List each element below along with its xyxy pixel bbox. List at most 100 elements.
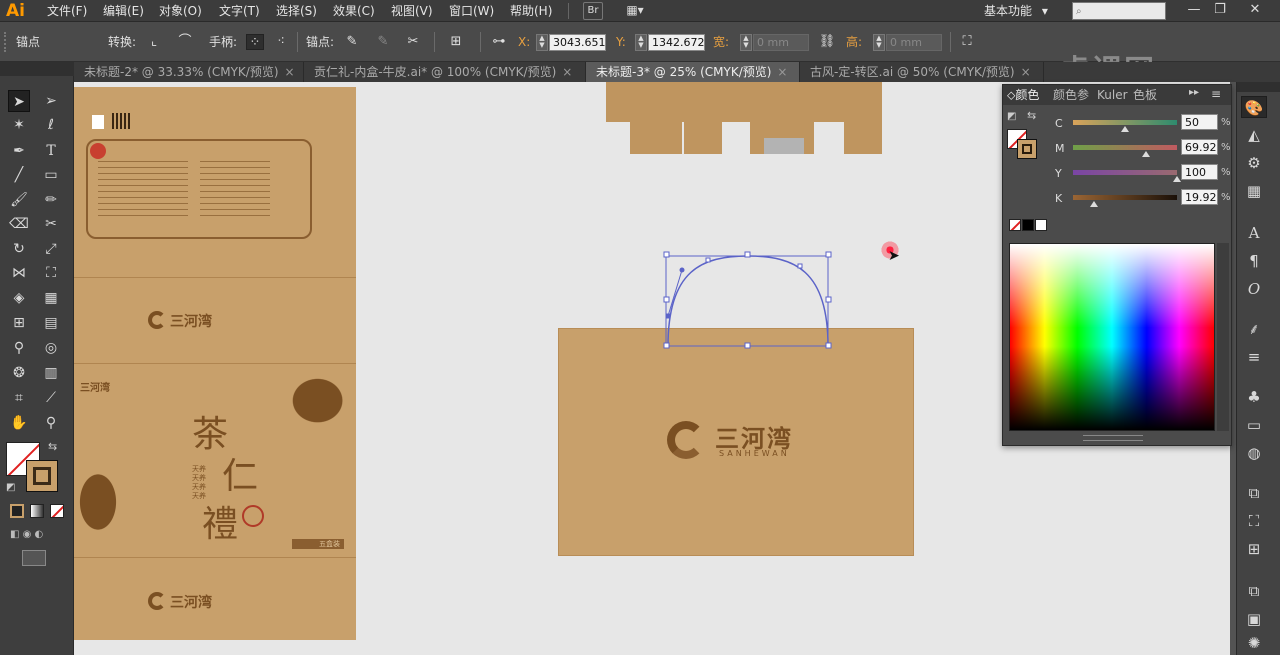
direct-selection-tool-icon[interactable]: ➢ [40, 90, 62, 112]
tab-kuler[interactable]: Kuler [1097, 85, 1128, 105]
menu-window[interactable]: 窗口(W) [449, 0, 494, 22]
color-panel-icon[interactable]: 🎨 [1241, 96, 1267, 118]
color-spectrum-picker[interactable] [1009, 243, 1215, 431]
hide-handles-icon[interactable]: ⁖ [272, 34, 290, 50]
cyan-value-field[interactable]: 50 [1181, 114, 1218, 130]
bbox-handle[interactable] [744, 342, 751, 349]
layers-icon[interactable]: ⧉ [1241, 482, 1267, 504]
workspace-switcher[interactable]: 基本功能 ▾ [984, 0, 1048, 22]
y-stepper[interactable]: ▲ ▼ [635, 34, 647, 51]
box-front-panel[interactable]: 三河湾 SANHEWAN [558, 328, 914, 556]
perspective-grid-tool-icon[interactable]: ▦ [40, 287, 62, 309]
swap-fill-stroke-icon[interactable]: ⇆ [48, 440, 57, 453]
anchor-point[interactable] [705, 257, 711, 263]
scissors-tool-icon[interactable]: ✂ [40, 213, 62, 235]
blend-tool-icon[interactable]: ◎ [40, 337, 62, 359]
yellow-value-field[interactable]: 100 [1181, 164, 1218, 180]
swatches-icon[interactable]: ▦ [1241, 180, 1267, 202]
brushes-icon[interactable]: ⸙ [1241, 318, 1267, 340]
default-fill-stroke-icon[interactable]: ◩ [1007, 111, 1016, 122]
stroke-panel-icon[interactable]: ≡ [1241, 346, 1267, 368]
close-icon[interactable]: × [285, 65, 295, 79]
anchor-point[interactable] [797, 263, 803, 269]
show-handles-icon[interactable]: ⁘ [246, 34, 264, 50]
y-field[interactable]: 1342.672 [648, 34, 705, 51]
height-field[interactable]: 0 mm [886, 34, 942, 51]
cyan-track[interactable] [1073, 120, 1177, 125]
x-stepper[interactable]: ▲ ▼ [536, 34, 548, 51]
kuler-icon[interactable]: ⚙ [1241, 152, 1267, 174]
tab-gufeng[interactable]: 古风-定-转区.ai @ 50% (CMYK/预览) × [800, 62, 1044, 82]
width-field[interactable]: 0 mm [753, 34, 809, 51]
bbox-handle[interactable] [744, 251, 751, 258]
links-icon[interactable]: ⧉ [1241, 580, 1267, 602]
close-button[interactable]: ✕ [1240, 0, 1270, 20]
menu-effect[interactable]: 效果(C) [333, 0, 375, 22]
bbox-handle[interactable] [825, 342, 832, 349]
convert-to-corner-icon[interactable]: ⌞ [145, 34, 163, 50]
zoom-tool-icon[interactable]: ⚲ [40, 412, 62, 434]
menu-object[interactable]: 对象(O) [159, 0, 202, 22]
panel-menu-icon[interactable]: ≡ [1211, 87, 1221, 101]
opentype-panel-icon[interactable]: O [1241, 278, 1267, 300]
pen-tool-icon[interactable]: ✒ [8, 140, 30, 162]
width-tool-icon[interactable]: ⋈ [8, 262, 30, 284]
remove-anchor-icon[interactable]: ✎ [343, 34, 361, 50]
cyan-slider-thumb[interactable] [1121, 126, 1129, 132]
appearance-icon[interactable]: ✺ [1241, 632, 1267, 654]
spectrum-scrollbar[interactable] [1217, 243, 1229, 431]
symbols-icon[interactable]: ♣ [1241, 386, 1267, 408]
tab-untitled-3[interactable]: 未标题-3* @ 25% (CMYK/预览) × [586, 62, 800, 82]
mesh-tool-icon[interactable]: ⊞ [8, 312, 30, 334]
bbox-handle[interactable] [663, 251, 670, 258]
tab-swatches[interactable]: 色板 [1133, 85, 1157, 105]
none-swatch[interactable] [1009, 219, 1021, 231]
x-field[interactable]: 3043.651 [549, 34, 606, 51]
magic-wand-tool-icon[interactable]: ✶ [8, 114, 30, 136]
stroke-color-swatch[interactable] [1017, 139, 1037, 159]
link-proportions-icon[interactable]: ⛓ [818, 34, 836, 50]
gradient-tool-icon[interactable]: ▤ [40, 312, 62, 334]
convert-to-smooth-icon[interactable]: ⌒ [176, 34, 194, 50]
paintbrush-tool-icon[interactable]: 🖌 [8, 189, 30, 211]
none-mode-icon[interactable] [50, 504, 64, 518]
selection-tool-icon[interactable]: ➤ [8, 90, 30, 112]
slice-tool-icon[interactable]: ⟋ [40, 387, 62, 409]
rotate-tool-icon[interactable]: ↻ [8, 238, 30, 260]
black-slider-thumb[interactable] [1089, 201, 1098, 207]
character-panel-icon[interactable]: A [1241, 222, 1267, 244]
pencil-tool-icon[interactable]: ✏ [40, 189, 62, 211]
scale-tool-icon[interactable]: ⤢ [40, 238, 62, 260]
eyedropper-tool-icon[interactable]: ⚲ [8, 337, 30, 359]
menu-file[interactable]: 文件(F) [47, 0, 87, 22]
anchor-point-selected[interactable] [665, 313, 671, 319]
isolate-selection-icon[interactable]: ⛶ [958, 34, 976, 50]
magenta-track[interactable] [1073, 145, 1177, 150]
eraser-tool-icon[interactable]: ⌫ [8, 213, 30, 235]
menu-edit[interactable]: 编辑(E) [103, 0, 144, 22]
close-icon[interactable]: × [777, 65, 787, 79]
free-transform-tool-icon[interactable]: ⛶ [40, 262, 62, 284]
tab-color[interactable]: ⬦颜色 [1007, 85, 1039, 105]
menu-select[interactable]: 选择(S) [276, 0, 317, 22]
black-track[interactable] [1073, 195, 1177, 200]
stroke-swatch[interactable] [26, 460, 58, 492]
align-panel-icon[interactable]: ⊞ [1241, 538, 1267, 560]
help-search-input[interactable]: ⌕ [1072, 2, 1166, 20]
transform-panel-icon[interactable]: ⛶ [1241, 510, 1267, 532]
gradient-panel-icon[interactable]: ▭ [1241, 414, 1267, 436]
default-colors-icon[interactable]: ◩ [6, 482, 15, 493]
white-swatch[interactable] [1035, 219, 1047, 231]
align-icon[interactable]: ⊶ [490, 34, 508, 50]
shape-builder-tool-icon[interactable]: ◈ [8, 287, 30, 309]
transparency-icon[interactable]: ◍ [1241, 442, 1267, 464]
handle-point[interactable] [679, 267, 685, 273]
rectangle-tool-icon[interactable]: ▭ [40, 164, 62, 186]
screen-mode-icon[interactable] [22, 550, 46, 566]
bbox-handle[interactable] [663, 296, 670, 303]
reference-point-icon[interactable]: ⊞ [447, 34, 465, 50]
artboard-tool-icon[interactable]: ⌗ [8, 387, 30, 409]
arch-path[interactable] [667, 255, 829, 347]
paragraph-panel-icon[interactable]: ¶ [1241, 250, 1267, 272]
dock-header[interactable] [1237, 82, 1280, 92]
